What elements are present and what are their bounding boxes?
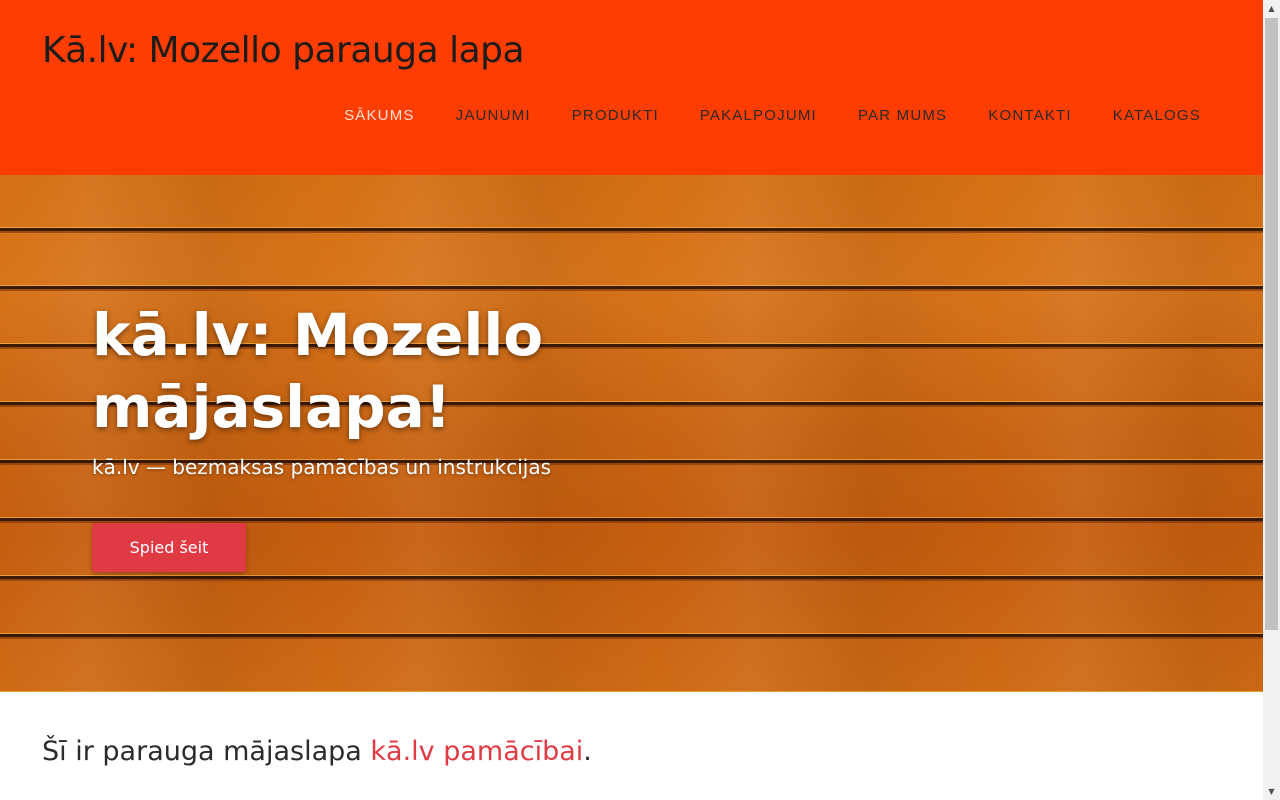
hero-title: kā.lv: Mozello mājaslapa!: [92, 301, 544, 441]
scrollbar-thumb[interactable]: [1265, 18, 1278, 630]
nav-item-par-mums[interactable]: PAR MUMS: [858, 107, 947, 124]
intro-text: Šī ir parauga mājaslapa: [42, 736, 371, 767]
nav-item-pakalpojumi[interactable]: PAKALPOJUMI: [700, 107, 817, 124]
main-navigation: SĀKUMS JAUNUMI PRODUKTI PAKALPOJUMI PAR …: [344, 107, 1201, 124]
page: Kā.lv: Mozello parauga lapa SĀKUMS JAUNU…: [0, 0, 1263, 800]
scroll-up-arrow-icon[interactable]: ▲: [1263, 0, 1280, 17]
intro-link[interactable]: kā.lv pamācībai: [370, 736, 583, 767]
nav-item-kontakti[interactable]: KONTAKTI: [988, 107, 1072, 124]
nav-item-katalogs[interactable]: KATALOGS: [1113, 107, 1201, 124]
nav-item-sakums[interactable]: SĀKUMS: [344, 107, 415, 124]
scroll-down-arrow-icon[interactable]: ▼: [1263, 783, 1280, 800]
hero-banner: kā.lv: Mozello mājaslapa! kā.lv — bezmak…: [0, 175, 1263, 692]
intro-end: .: [583, 736, 592, 767]
cta-button[interactable]: Spied šeit: [92, 523, 246, 572]
site-header: Kā.lv: Mozello parauga lapa SĀKUMS JAUNU…: [0, 0, 1263, 175]
nav-item-jaunumi[interactable]: JAUNUMI: [456, 107, 531, 124]
nav-item-produkti[interactable]: PRODUKTI: [572, 107, 659, 124]
hero-subtitle: kā.lv — bezmaksas pamācības un instrukci…: [92, 455, 552, 479]
vertical-scrollbar[interactable]: ▲ ▼: [1263, 0, 1280, 800]
site-title[interactable]: Kā.lv: Mozello parauga lapa: [42, 30, 525, 71]
intro-heading: Šī ir parauga mājaslapa kā.lv pamācībai.: [42, 736, 592, 767]
